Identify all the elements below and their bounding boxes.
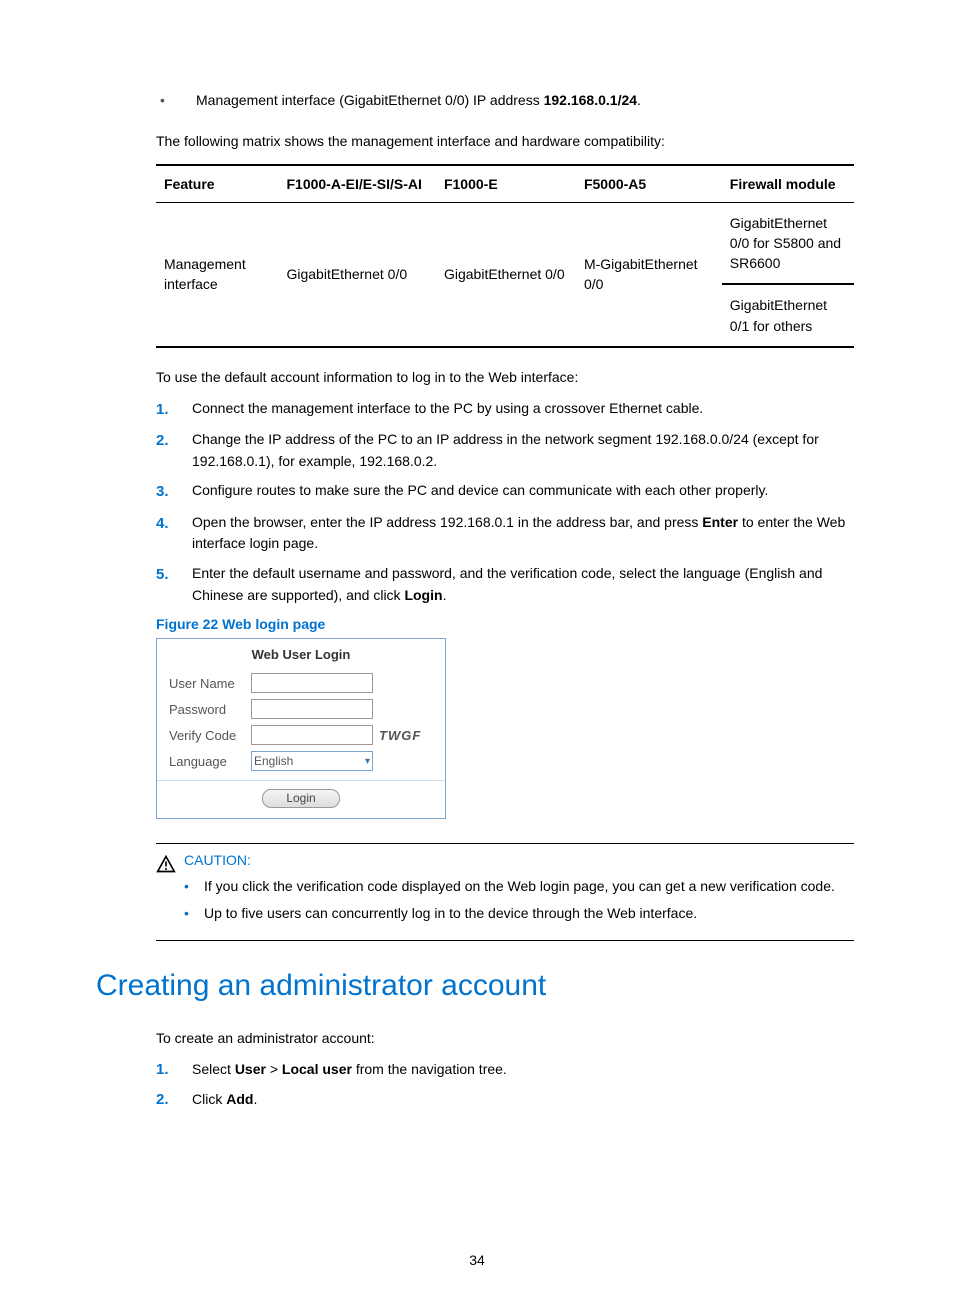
mgmt-ip-prefix: Management interface (GigabitEthernet 0/…	[196, 92, 544, 108]
caution-icon	[156, 854, 176, 874]
verify-label: Verify Code	[169, 728, 251, 743]
password-label: Password	[169, 702, 251, 717]
caution-item-2: •Up to five users can concurrently log i…	[184, 903, 854, 924]
language-label: Language	[169, 754, 251, 769]
caution-item-1: •If you click the verification code disp…	[184, 876, 854, 897]
admin-step-1: 1. Select User > Local user from the nav…	[156, 1059, 854, 1082]
step-3: 3.Configure routes to make sure the PC a…	[156, 480, 854, 503]
verify-input[interactable]	[251, 725, 373, 745]
mgmt-ip-suffix: .	[637, 92, 641, 108]
mgmt-ip-bullet: • Management interface (GigabitEthernet …	[156, 92, 854, 108]
figure-caption: Figure 22 Web login page	[156, 616, 854, 632]
admin-intro: To create an administrator account:	[156, 1029, 854, 1049]
use-default-intro: To use the default account information t…	[156, 368, 854, 388]
web-login-box: Web User Login User Name Password Verify…	[156, 638, 446, 819]
section-heading: Creating an administrator account	[0, 969, 954, 1003]
language-select[interactable]: English ▾	[251, 751, 373, 771]
page-number: 34	[0, 1252, 954, 1268]
caution-label: CAUTION:	[184, 852, 854, 868]
th-feature: Feature	[156, 165, 278, 203]
admin-step-2: 2. Click Add.	[156, 1089, 854, 1112]
chevron-down-icon: ▾	[365, 756, 370, 767]
caution-block: CAUTION: •If you click the verification …	[156, 843, 854, 941]
step-2: 2.Change the IP address of the PC to an …	[156, 429, 854, 472]
verify-code-image[interactable]: TWGF	[379, 728, 421, 743]
th-f1000e: F1000-E	[436, 165, 576, 203]
login-title: Web User Login	[169, 647, 433, 662]
bullet-dot: •	[156, 92, 196, 108]
cell-c3: M-GigabitEthernet 0/0	[576, 202, 722, 347]
matrix-intro: The following matrix shows the managemen…	[156, 132, 854, 152]
cell-c2: GigabitEthernet 0/0	[436, 202, 576, 347]
th-fwmodule: Firewall module	[722, 165, 854, 203]
cell-c1: GigabitEthernet 0/0	[278, 202, 435, 347]
cell-c4b: GigabitEthernet 0/1 for others	[722, 284, 854, 347]
cell-c4a: GigabitEthernet 0/0 for S5800 and SR6600	[722, 202, 854, 284]
step-4: 4.Open the browser, enter the IP address…	[156, 512, 854, 555]
compat-matrix-table: Feature F1000-A-EI/E-SI/S-AI F1000-E F50…	[156, 164, 854, 348]
mgmt-ip-value: 192.168.0.1/24	[544, 92, 637, 108]
th-f1000a: F1000-A-EI/E-SI/S-AI	[278, 165, 435, 203]
step-5: 5.Enter the default username and passwor…	[156, 563, 854, 606]
row-label: Management interface	[156, 202, 278, 347]
password-input[interactable]	[251, 699, 373, 719]
login-button[interactable]: Login	[262, 789, 340, 808]
username-input[interactable]	[251, 673, 373, 693]
step-1: 1.Connect the management interface to th…	[156, 398, 854, 421]
th-f5000a5: F5000-A5	[576, 165, 722, 203]
username-label: User Name	[169, 676, 251, 691]
